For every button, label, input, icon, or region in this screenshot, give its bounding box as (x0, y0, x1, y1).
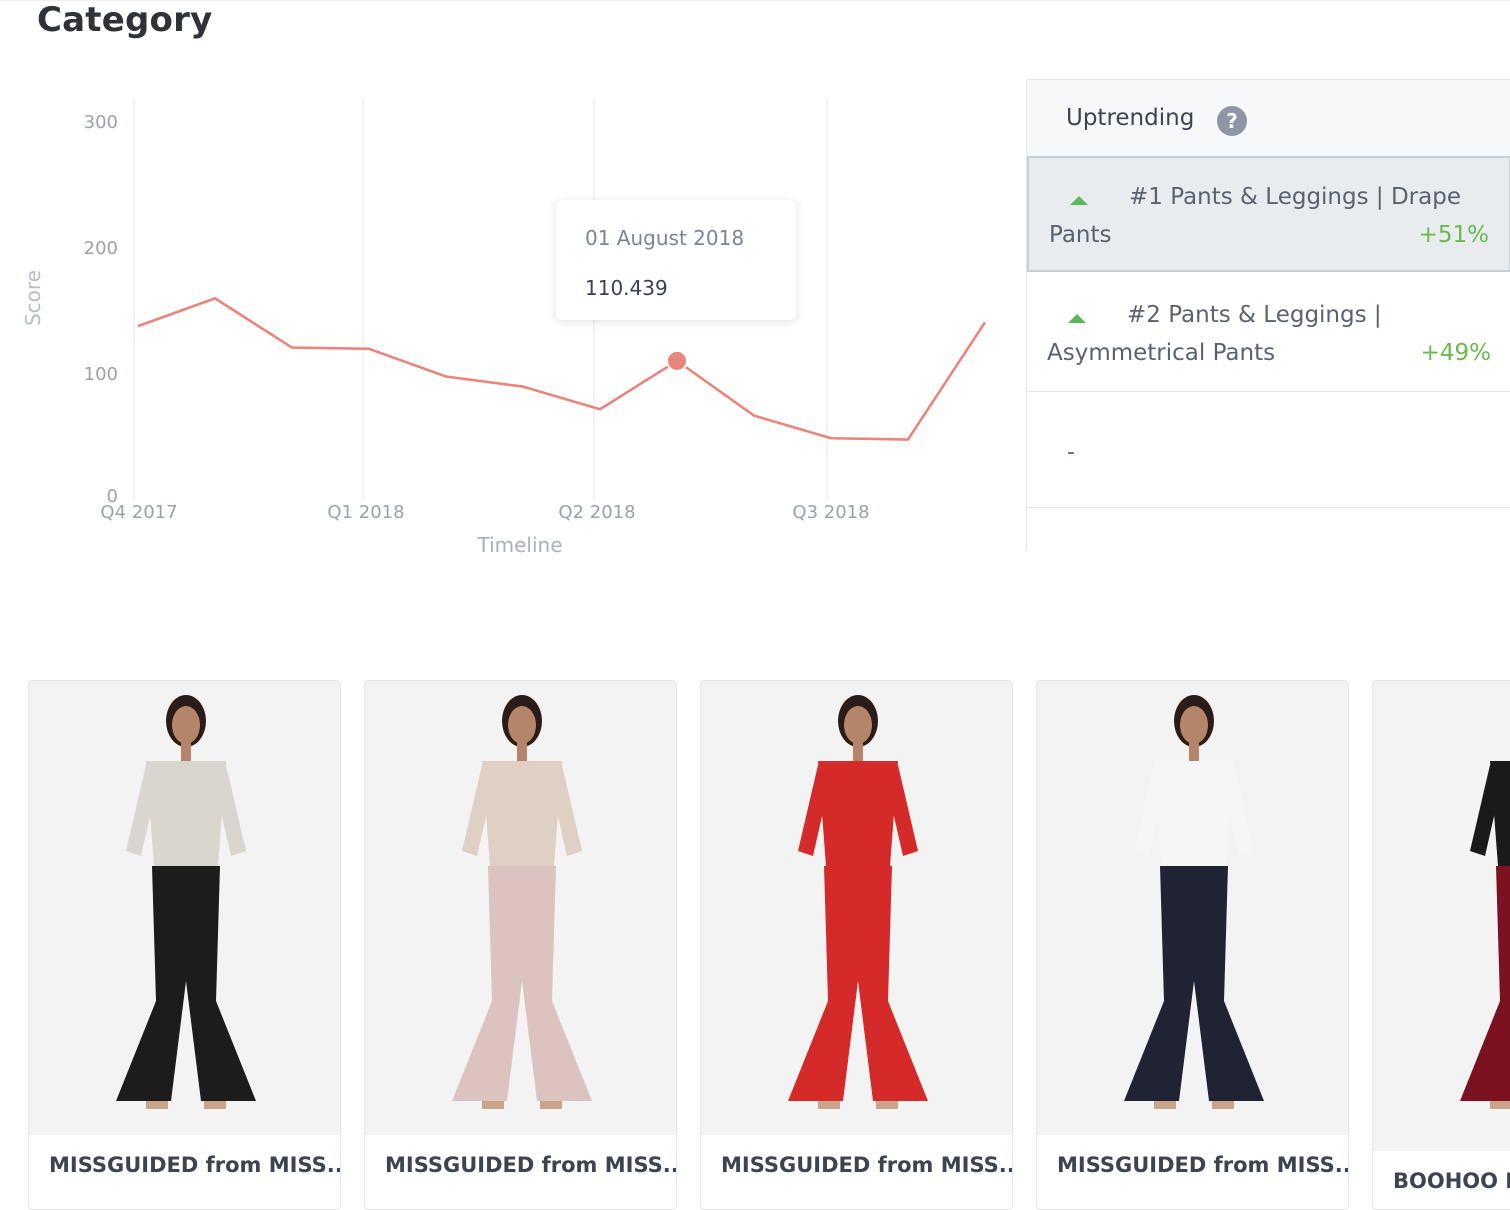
x-tick-label: Q1 2018 (327, 502, 404, 523)
trend-item-label: #2 Pants & Leggings | (1127, 302, 1382, 328)
neck (181, 741, 191, 761)
trend-item-2[interactable]: #2 Pants & Leggings | Asymmetrical Pants… (1027, 276, 1510, 392)
chart-svg: 3002001000Q4 2017Q1 2018Q2 2018Q3 2018Ti… (0, 80, 1010, 580)
product-card[interactable]: MISSGUIDED from MISS... (700, 680, 1013, 1210)
trousers (1460, 866, 1510, 1101)
trend-item-change: +49% (1421, 340, 1491, 366)
product-caption: MISSGUIDED from MISS... (721, 1153, 1013, 1177)
neck (853, 741, 863, 761)
top-divider (0, 0, 1510, 1)
uptrending-title: Uptrending (1066, 105, 1194, 131)
product-photo[interactable] (29, 681, 340, 1135)
chart-tooltip: 01 August 2018 110.439 (556, 200, 796, 320)
uptrending-panel: Uptrending ? #1 Pants & Leggings | Drape… (1026, 79, 1510, 550)
right-shoe (204, 1101, 226, 1109)
page-title: Category (37, 0, 212, 40)
trend-item-label: #1 Pants & Leggings | Drape (1129, 184, 1461, 210)
left-shoe (146, 1101, 168, 1109)
up-arrow-icon (1070, 196, 1088, 205)
up-arrow-icon (1068, 314, 1086, 323)
trousers (788, 866, 928, 1101)
product-card[interactable]: BOOHOO P (1372, 680, 1510, 1210)
trend-item-change: +51% (1419, 222, 1489, 248)
highlight-point (667, 351, 687, 371)
x-axis-title: Timeline (476, 533, 562, 557)
face (172, 706, 200, 744)
trousers (452, 866, 592, 1101)
trend-item-3: - (1027, 392, 1510, 508)
top-garment (482, 761, 562, 866)
trend-item-1[interactable]: #1 Pants & Leggings | Drape Pants +51% (1027, 156, 1510, 272)
left-shoe (482, 1101, 504, 1109)
trousers (116, 866, 256, 1101)
trend-item-placeholder: - (1067, 440, 1075, 465)
y-axis-title: Score (21, 270, 45, 326)
product-photo[interactable] (1373, 681, 1510, 1151)
left-shoe (818, 1101, 840, 1109)
y-tick-label: 300 (84, 112, 118, 133)
face (844, 706, 872, 744)
tooltip-value: 110.439 (585, 276, 668, 300)
product-caption: MISSGUIDED from MISS... (49, 1153, 341, 1177)
product-card[interactable]: MISSGUIDED from MISS... (1036, 680, 1349, 1210)
trend-item-4 (1027, 508, 1510, 550)
product-card[interactable]: MISSGUIDED from MISS... (28, 680, 341, 1210)
left-shoe (1490, 1101, 1510, 1109)
face (1180, 706, 1208, 744)
trousers (1124, 866, 1264, 1101)
top-garment (1154, 761, 1234, 866)
score-chart: 3002001000Q4 2017Q1 2018Q2 2018Q3 2018Ti… (0, 80, 1010, 580)
right-shoe (1212, 1101, 1234, 1109)
product-photo[interactable] (365, 681, 676, 1135)
question-circle-icon[interactable]: ? (1217, 106, 1247, 136)
top-garment (146, 761, 226, 866)
trend-item-label-cont: Pants (1049, 222, 1112, 248)
face (508, 706, 536, 744)
y-tick-label: 100 (84, 364, 118, 385)
neck (517, 741, 527, 761)
product-caption: MISSGUIDED from MISS... (1057, 1153, 1349, 1177)
y-tick-label: 200 (84, 238, 118, 259)
left-shoe (1154, 1101, 1176, 1109)
top-garment (818, 761, 898, 866)
product-photo[interactable] (701, 681, 1012, 1135)
x-tick-label: Q2 2018 (558, 502, 635, 523)
product-photo[interactable] (1037, 681, 1348, 1135)
x-tick-label: Q3 2018 (792, 502, 869, 523)
product-caption: BOOHOO P (1393, 1169, 1510, 1193)
neck (1189, 741, 1199, 761)
product-caption: MISSGUIDED from MISS... (385, 1153, 677, 1177)
product-card[interactable]: MISSGUIDED from MISS... (364, 680, 677, 1210)
tooltip-date: 01 August 2018 (585, 226, 744, 250)
x-tick-label: Q4 2017 (100, 502, 177, 523)
trend-item-label-cont: Asymmetrical Pants (1047, 340, 1275, 366)
right-shoe (540, 1101, 562, 1109)
right-shoe (876, 1101, 898, 1109)
uptrending-header: Uptrending ? (1027, 79, 1510, 157)
